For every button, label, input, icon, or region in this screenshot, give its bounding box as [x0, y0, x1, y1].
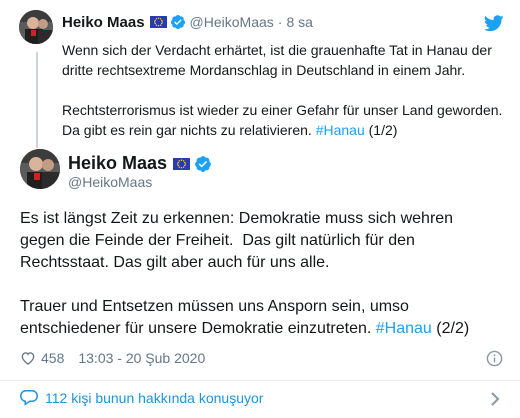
twitter-bird-icon[interactable] — [483, 15, 504, 32]
speech-bubble-icon — [19, 389, 39, 406]
author-name[interactable]: Heiko Maas — [62, 14, 145, 31]
author-handle[interactable]: @HeikoMaas — [68, 174, 152, 190]
info-icon[interactable] — [486, 350, 503, 367]
thread-connector-line — [36, 52, 38, 148]
separator-dot: · — [277, 14, 283, 30]
thread-counter: (2/2) — [436, 320, 470, 337]
tweet-paragraph-text: Rechtsterrorismus ist wieder zu einer Ge… — [62, 102, 503, 138]
eu-flag-icon — [173, 157, 191, 170]
divider — [0, 380, 520, 381]
tweet-paragraph: Trauer und Entsetzen müssen uns Ansporn … — [20, 296, 500, 340]
verified-badge-icon — [170, 14, 186, 30]
hashtag-link[interactable]: #Hanau — [376, 320, 432, 337]
tweet-paragraph: Wenn sich der Verdacht erhärtet, ist die… — [62, 42, 492, 78]
tweet-meta: 458 13:03 - 20 Şub 2020 — [20, 350, 205, 366]
previous-tweet-header: Heiko Maas @HeikoMaas · 8 sa — [62, 13, 313, 31]
tweet-time[interactable]: 8 sa — [286, 14, 312, 30]
author-handle[interactable]: @HeikoMaas — [190, 14, 274, 30]
verified-badge-icon — [194, 155, 212, 173]
previous-tweet-text: Wenn sich der Verdacht erhärtet, ist die… — [62, 40, 510, 140]
author-name[interactable]: Heiko Maas — [68, 153, 167, 174]
avatar[interactable] — [19, 10, 53, 44]
main-tweet-header: Heiko Maas — [68, 153, 212, 174]
conversation-label: 112 kişi bunun hakkında konuşuyor — [45, 389, 264, 406]
eu-flag-icon — [149, 16, 167, 28]
heart-icon[interactable] — [20, 350, 36, 366]
tweet-timestamp[interactable]: 13:03 - 20 Şub 2020 — [78, 350, 205, 366]
like-count[interactable]: 458 — [41, 350, 64, 366]
main-tweet-text: Es ist längst Zeit zu erkennen: Demokrat… — [20, 208, 500, 340]
chevron-right-icon[interactable] — [490, 392, 500, 406]
thread-counter: (1/2) — [368, 122, 398, 138]
avatar[interactable] — [20, 149, 60, 189]
hashtag-link[interactable]: #Hanau — [316, 122, 365, 138]
tweet-paragraph: Es ist längst Zeit zu erkennen: Demokrat… — [20, 210, 458, 271]
conversation-link[interactable]: 112 kişi bunun hakkında konuşuyor — [19, 389, 264, 406]
embedded-tweet-card: Heiko Maas @HeikoMaas · 8 sa Wenn sich d… — [0, 0, 520, 418]
tweet-paragraph: Rechtsterrorismus ist wieder zu einer Ge… — [62, 100, 510, 140]
tweet-paragraph-text: Trauer und Entsetzen müssen uns Ansporn … — [20, 298, 409, 337]
